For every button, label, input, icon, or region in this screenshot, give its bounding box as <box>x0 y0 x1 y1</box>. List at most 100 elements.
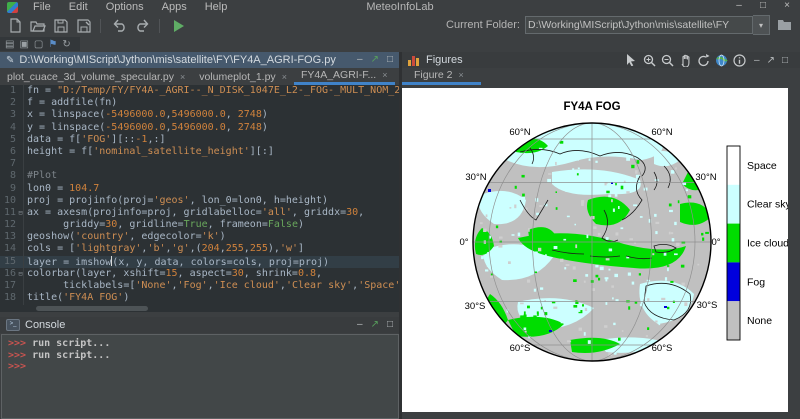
chevron-down-icon[interactable]: ▾ <box>753 15 770 35</box>
code-line[interactable]: 13geoshow('country', edgecolor='k') <box>0 231 399 243</box>
window-close-button[interactable]: × <box>776 0 798 13</box>
colorbar-label: Space <box>747 160 777 172</box>
grid-label: 60°N <box>509 127 530 138</box>
edit-pencil-icon: ✎ <box>6 55 14 66</box>
console-minimize-icon[interactable]: – <box>357 318 363 332</box>
terminal-icon: >_ <box>6 319 20 331</box>
window-minimize-button[interactable]: – <box>728 0 750 13</box>
grid-label: 60°S <box>652 343 673 354</box>
console-toggle-icon[interactable]: ▣ <box>19 39 28 50</box>
grid-label: 60°S <box>510 343 531 354</box>
colorbar-label: Clear sky <box>747 199 788 211</box>
grid-label: 30°S <box>465 301 486 312</box>
code-line[interactable]: 1fn = "D:/Temp/FY/FY4A-_AGRI--_N_DISK_10… <box>0 85 399 97</box>
code-editor[interactable]: 1fn = "D:/Temp/FY/FY4A-_AGRI--_N_DISK_10… <box>0 85 399 305</box>
code-line[interactable]: 8#Plot <box>0 170 399 182</box>
grid-label: 60°N <box>651 127 672 138</box>
editor-minimize-icon[interactable]: – <box>357 53 363 67</box>
figures-minimize-icon[interactable]: – <box>754 55 760 66</box>
layers-icon[interactable]: ▤ <box>5 39 14 50</box>
grid-label: 30°N <box>695 172 716 183</box>
grid-label: 30°N <box>465 172 486 183</box>
close-icon[interactable]: × <box>459 70 464 80</box>
tab-fy4a-agri-fog[interactable]: FY4A_AGRI-F...× <box>294 68 395 85</box>
globe-disk <box>473 119 712 361</box>
editor-maximize-icon[interactable]: □ <box>387 53 393 67</box>
code-line[interactable]: 10proj = projinfo(proj='geos', lon_0=lon… <box>0 195 399 207</box>
console-float-icon[interactable]: ↗ <box>371 318 379 332</box>
open-folder-icon[interactable] <box>29 17 46 34</box>
fy4a-fog-plot: 60°N60°N30°N30°N0°0°30°S30°S60°S60°S Spa… <box>402 88 788 412</box>
toolbar-separator <box>159 19 160 33</box>
console-line: >>> run script... <box>2 338 398 350</box>
tab-figure-2[interactable]: Figure 2× <box>402 68 481 85</box>
code-line[interactable]: 9lon0 = 104.7 <box>0 183 399 195</box>
bookmark-icon[interactable]: ⚑ <box>48 39 57 50</box>
console-maximize-icon[interactable]: □ <box>387 318 393 332</box>
pan-hand-icon[interactable] <box>678 53 693 68</box>
menu-bar: File Edit Options Apps Help <box>0 0 800 14</box>
code-line[interactable]: 3x = linspace(-5496000.0,5496000.0, 2748… <box>0 109 399 121</box>
console-title-label: Console <box>25 319 65 331</box>
run-script-icon[interactable] <box>170 17 187 34</box>
current-folder-row: Current Folder: ▾ <box>446 15 792 35</box>
save-icon[interactable] <box>52 17 69 34</box>
close-icon[interactable]: × <box>180 72 185 82</box>
tab-plot-cuace-3d-volume-specular[interactable]: plot_cuace_3d_volume_specular.py× <box>0 69 192 85</box>
undo-icon[interactable] <box>111 17 128 34</box>
figures-float-icon[interactable]: ↗ <box>767 55 775 66</box>
code-line[interactable]: 17 ticklabels=['None','Fog','Ice cloud',… <box>0 280 399 292</box>
code-line[interactable]: 16⊟colorbar(layer, xshift=15, aspect=30,… <box>0 268 399 280</box>
refresh-icon[interactable]: ↻ <box>62 39 70 50</box>
code-line[interactable]: 6height = f['nominal_satellite_height'][… <box>0 146 399 158</box>
figure-canvas[interactable]: 60°N60°N30°N30°N0°0°30°S30°S60°S60°S Spa… <box>402 88 788 412</box>
menu-edit[interactable]: Edit <box>60 1 97 14</box>
identify-info-icon[interactable] <box>732 53 747 68</box>
figures-toolbar: – ↗ □ <box>621 52 788 68</box>
figure-title: FY4A FOG <box>563 101 620 113</box>
colorbar-label: Fog <box>747 276 765 288</box>
menu-help[interactable]: Help <box>196 1 237 14</box>
document-icon[interactable]: ▢ <box>34 39 43 50</box>
code-line[interactable]: 7 <box>0 158 399 170</box>
tab-volumeplot-1[interactable]: volumeplot_1.py× <box>192 69 294 85</box>
close-icon[interactable]: × <box>282 72 287 82</box>
code-line[interactable]: 12 griddy=30, gridline=True, frameon=Fal… <box>0 219 399 231</box>
rotate-icon[interactable] <box>696 53 711 68</box>
colorbar-label: None <box>747 315 772 327</box>
menu-options[interactable]: Options <box>97 1 153 14</box>
zoom-in-icon[interactable] <box>642 53 657 68</box>
chart-icon <box>408 55 420 66</box>
window-maximize-button[interactable]: □ <box>752 0 774 13</box>
menu-apps[interactable]: Apps <box>153 1 196 14</box>
console-line: >>> run script... <box>2 350 398 362</box>
current-folder-input[interactable] <box>525 16 753 34</box>
save-as-icon[interactable] <box>75 17 92 34</box>
browse-folder-icon[interactable] <box>777 19 792 31</box>
figures-maximize-icon[interactable]: □ <box>782 55 788 66</box>
zoom-out-icon[interactable] <box>660 53 675 68</box>
select-arrow-icon[interactable] <box>624 53 639 68</box>
app-logo-icon <box>7 2 18 13</box>
close-icon[interactable]: × <box>382 70 387 80</box>
code-line[interactable]: 2f = addfile(fn) <box>0 97 399 109</box>
toolbar-separator <box>100 19 101 33</box>
code-line[interactable]: 14cols = ['lightgray','b','g',(204,255,2… <box>0 243 399 255</box>
console-output[interactable]: >>> run script...>>> run script...>>> <box>1 334 399 419</box>
code-line[interactable]: 11⊟ax = axesm(projinfo=proj, gridlabello… <box>0 207 399 219</box>
new-file-icon[interactable] <box>6 17 23 34</box>
colorbar-label: Ice cloud <box>747 238 788 250</box>
editor-float-icon[interactable]: ↗ <box>371 53 379 67</box>
grid-label: 0° <box>459 237 468 248</box>
code-line[interactable]: 18title('FY4A FOG') <box>0 292 399 304</box>
code-line[interactable]: 15layer = imshow(x, y, data, colors=cols… <box>0 256 399 268</box>
gutter-divider <box>23 85 24 305</box>
code-line[interactable]: 5data = f['FOG'][::-1,:] <box>0 134 399 146</box>
menu-file[interactable]: File <box>24 1 60 14</box>
editor-horizontal-scrollbar[interactable] <box>0 305 399 312</box>
redo-icon[interactable] <box>134 17 151 34</box>
code-line[interactable]: 4y = linspace(-5496000.0,5496000.0, 2748… <box>0 122 399 134</box>
scrollbar-thumb[interactable] <box>36 306 148 311</box>
full-extent-globe-icon[interactable] <box>714 53 729 68</box>
grid-label: 30°S <box>697 300 718 311</box>
